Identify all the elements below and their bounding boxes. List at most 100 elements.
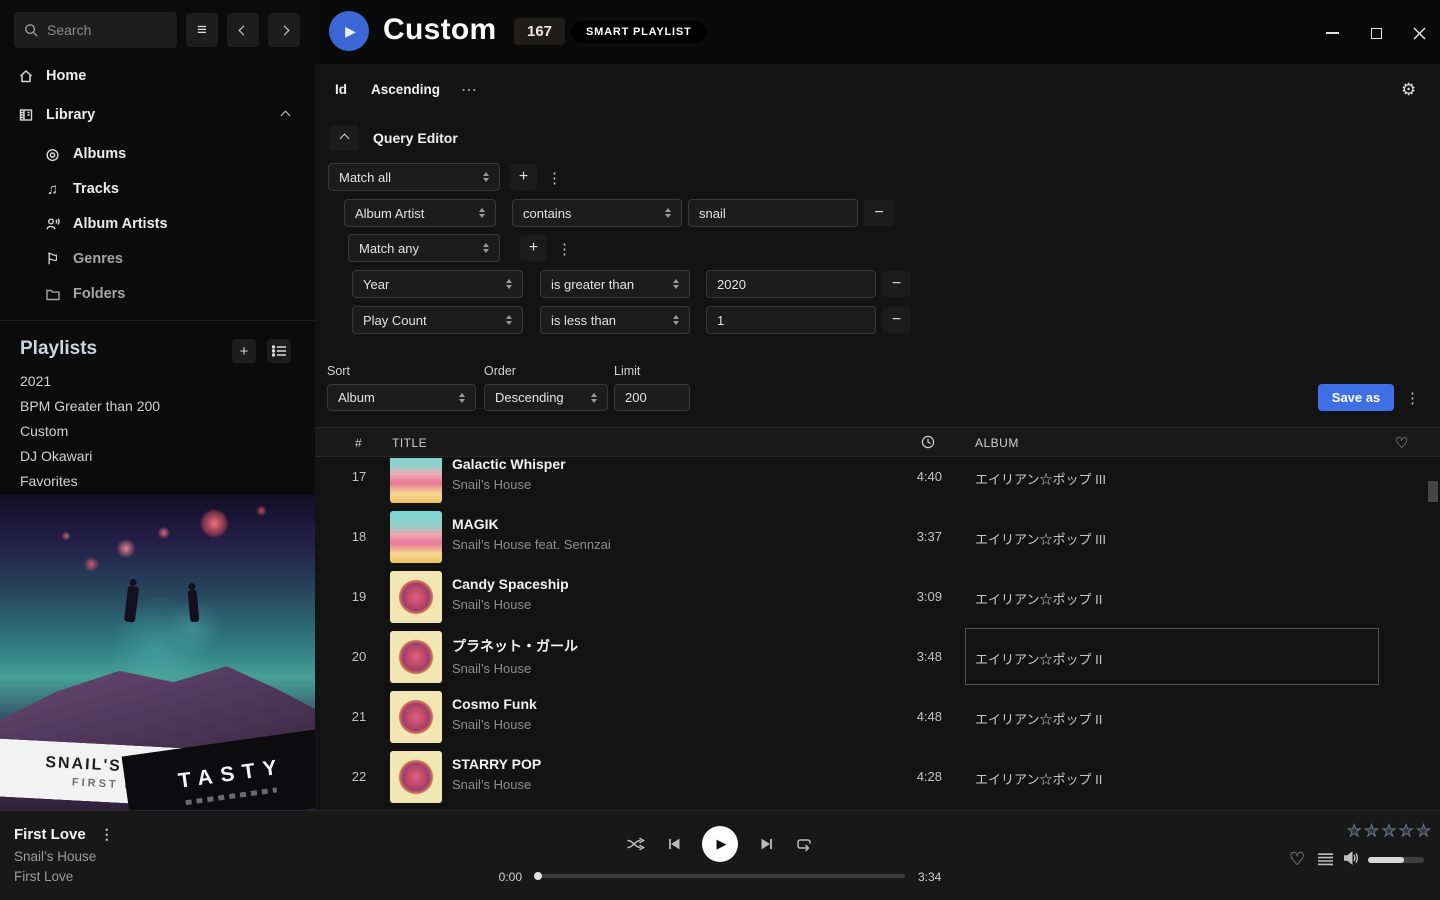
add-rule-button[interactable]: + bbox=[510, 164, 537, 190]
rule-operator-select[interactable]: contains bbox=[512, 199, 682, 227]
remove-rule-button[interactable]: − bbox=[882, 271, 911, 297]
match-select[interactable]: Match all bbox=[328, 163, 500, 191]
sort-select[interactable]: Album bbox=[327, 384, 476, 411]
rule-menu-button[interactable]: ⋮ bbox=[547, 169, 561, 187]
now-playing-album[interactable]: First Love bbox=[14, 869, 73, 884]
track-title[interactable]: Cosmo Funk bbox=[452, 696, 537, 712]
sidebar-item-album-artists[interactable]: Album Artists bbox=[0, 209, 315, 239]
order-select[interactable]: Descending bbox=[484, 384, 608, 411]
rating-star-icon[interactable]: ★ bbox=[1416, 821, 1430, 841]
track-artist[interactable]: Snail’s House bbox=[452, 777, 541, 792]
add-group-rule-button[interactable]: + bbox=[520, 235, 547, 261]
track-album[interactable]: エイリアン☆ポップ III bbox=[975, 469, 1106, 488]
repeat-button[interactable] bbox=[795, 837, 813, 852]
track-title[interactable]: MAGIK bbox=[452, 516, 611, 532]
playlist-item[interactable]: Favorites bbox=[20, 473, 280, 489]
column-header-title[interactable]: TITLE bbox=[392, 436, 427, 450]
playlist-item[interactable]: DJ Okawari bbox=[20, 448, 280, 464]
sort-field-button[interactable]: Id bbox=[335, 82, 347, 97]
track-title[interactable]: Candy Spaceship bbox=[452, 576, 569, 592]
column-header-index[interactable]: # bbox=[355, 436, 362, 450]
rule-value-input[interactable] bbox=[688, 199, 858, 227]
create-playlist-button[interactable]: + bbox=[232, 339, 256, 363]
remove-rule-button[interactable]: − bbox=[864, 200, 894, 226]
group-menu-button[interactable]: ⋮ bbox=[557, 240, 571, 258]
search-input[interactable] bbox=[14, 12, 177, 48]
clock-icon[interactable] bbox=[921, 435, 935, 449]
table-row[interactable]: 21 Cosmo FunkSnail’s House 4:48 エイリアン☆ポッ… bbox=[315, 687, 1440, 747]
column-header-album[interactable]: ALBUM bbox=[975, 436, 1019, 450]
track-artist[interactable]: Snail’s House feat. Sennzai bbox=[452, 537, 611, 552]
rule-operator-select[interactable]: is less than bbox=[540, 306, 690, 334]
track-thumbnail[interactable] bbox=[390, 691, 442, 743]
nav-back-button[interactable] bbox=[227, 13, 259, 47]
query-editor-collapse-button[interactable] bbox=[330, 125, 358, 151]
table-row[interactable]: 19 Candy SpaceshipSnail’s House 3:09 エイリ… bbox=[315, 567, 1440, 627]
track-album[interactable]: エイリアン☆ポップ II bbox=[975, 649, 1102, 668]
track-artist[interactable]: Snail’s House bbox=[452, 661, 578, 676]
limit-input[interactable] bbox=[614, 384, 690, 411]
track-thumbnail[interactable] bbox=[390, 631, 442, 683]
settings-button[interactable]: ⚙ bbox=[1401, 80, 1416, 100]
rule-field-select[interactable]: Play Count bbox=[352, 306, 523, 334]
speaker-icon[interactable] bbox=[1343, 851, 1359, 865]
play-pause-button[interactable]: ▶ bbox=[702, 826, 738, 862]
more-options-button[interactable]: ⋯ bbox=[461, 80, 478, 100]
sidebar-item-folders[interactable]: Folders bbox=[0, 279, 315, 309]
rule-value-input[interactable] bbox=[706, 306, 876, 334]
next-button[interactable] bbox=[760, 837, 774, 851]
play-playlist-button[interactable]: ▶ bbox=[329, 11, 369, 51]
seek-handle[interactable] bbox=[534, 872, 542, 880]
queue-button[interactable] bbox=[1317, 853, 1334, 866]
search-field[interactable] bbox=[47, 22, 157, 38]
track-thumbnail[interactable] bbox=[390, 751, 442, 803]
minimize-button[interactable] bbox=[1323, 24, 1341, 42]
close-button[interactable] bbox=[1410, 24, 1428, 42]
playlist-item[interactable]: 2021 bbox=[20, 373, 280, 389]
save-menu-button[interactable]: ⋮ bbox=[1405, 389, 1419, 407]
seek-bar[interactable] bbox=[535, 874, 905, 878]
nav-forward-button[interactable] bbox=[268, 13, 300, 47]
save-as-button[interactable]: Save as bbox=[1318, 384, 1394, 411]
rating-star-icon[interactable]: ★ bbox=[1364, 821, 1378, 841]
track-thumbnail[interactable] bbox=[390, 511, 442, 563]
menu-button[interactable]: ≡ bbox=[186, 13, 218, 47]
track-album[interactable]: エイリアン☆ポップ II bbox=[975, 769, 1102, 788]
track-thumbnail[interactable] bbox=[390, 458, 442, 503]
table-row[interactable]: 18 MAGIKSnail’s House feat. Sennzai 3:37… bbox=[315, 507, 1440, 567]
track-album[interactable]: エイリアン☆ポップ II bbox=[975, 589, 1102, 608]
sidebar-item-library[interactable]: Library bbox=[0, 100, 315, 130]
playlist-list-button[interactable] bbox=[267, 339, 291, 363]
track-album[interactable]: エイリアン☆ポップ III bbox=[975, 529, 1106, 548]
table-row[interactable]: 20 プラネット・ガールSnail’s House 3:48 エイリアン☆ポップ… bbox=[315, 627, 1440, 687]
track-artist[interactable]: Snail’s House bbox=[452, 717, 537, 732]
group-match-select[interactable]: Match any bbox=[348, 234, 500, 262]
rule-field-select[interactable]: Year bbox=[352, 270, 523, 298]
track-title[interactable]: プラネット・ガール bbox=[452, 636, 578, 656]
previous-button[interactable] bbox=[667, 837, 681, 851]
rule-field-select[interactable]: Album Artist bbox=[344, 199, 496, 227]
remove-rule-button[interactable]: − bbox=[882, 307, 911, 333]
table-row[interactable]: 17 Galactic WhisperSnail’s House 4:40 エイ… bbox=[315, 458, 1440, 507]
track-title[interactable]: STARRY POP bbox=[452, 756, 541, 772]
sidebar-item-albums[interactable]: ◎ Albums bbox=[0, 139, 315, 169]
track-artist[interactable]: Snail’s House bbox=[452, 477, 566, 492]
maximize-button[interactable] bbox=[1367, 24, 1385, 42]
volume-slider[interactable] bbox=[1368, 857, 1424, 863]
sort-direction-button[interactable]: Ascending bbox=[371, 82, 440, 97]
now-playing-artist[interactable]: Snail’s House bbox=[14, 849, 96, 864]
rule-operator-select[interactable]: is greater than bbox=[540, 270, 690, 298]
star-rating[interactable]: ★ ★ ★ ★ ★ bbox=[1347, 821, 1431, 841]
track-thumbnail[interactable] bbox=[390, 571, 442, 623]
album-cover[interactable]: SNAIL'S HOUSE FIRST LOVE TASTY bbox=[0, 495, 315, 810]
track-artist[interactable]: Snail’s House bbox=[452, 597, 569, 612]
scrollbar-thumb[interactable] bbox=[1428, 481, 1438, 502]
sidebar-item-home[interactable]: Home bbox=[0, 61, 315, 91]
now-playing-title[interactable]: First Love bbox=[14, 826, 86, 843]
chevron-up-icon[interactable] bbox=[281, 110, 291, 120]
rating-star-icon[interactable]: ★ bbox=[1382, 821, 1396, 841]
table-row[interactable]: 22 STARRY POPSnail’s House 4:28 エイリアン☆ポッ… bbox=[315, 747, 1440, 807]
sidebar-item-tracks[interactable]: ♫ Tracks bbox=[0, 174, 315, 204]
playlist-item[interactable]: Custom bbox=[20, 423, 280, 439]
track-options-button[interactable]: ⋮ bbox=[100, 826, 114, 843]
